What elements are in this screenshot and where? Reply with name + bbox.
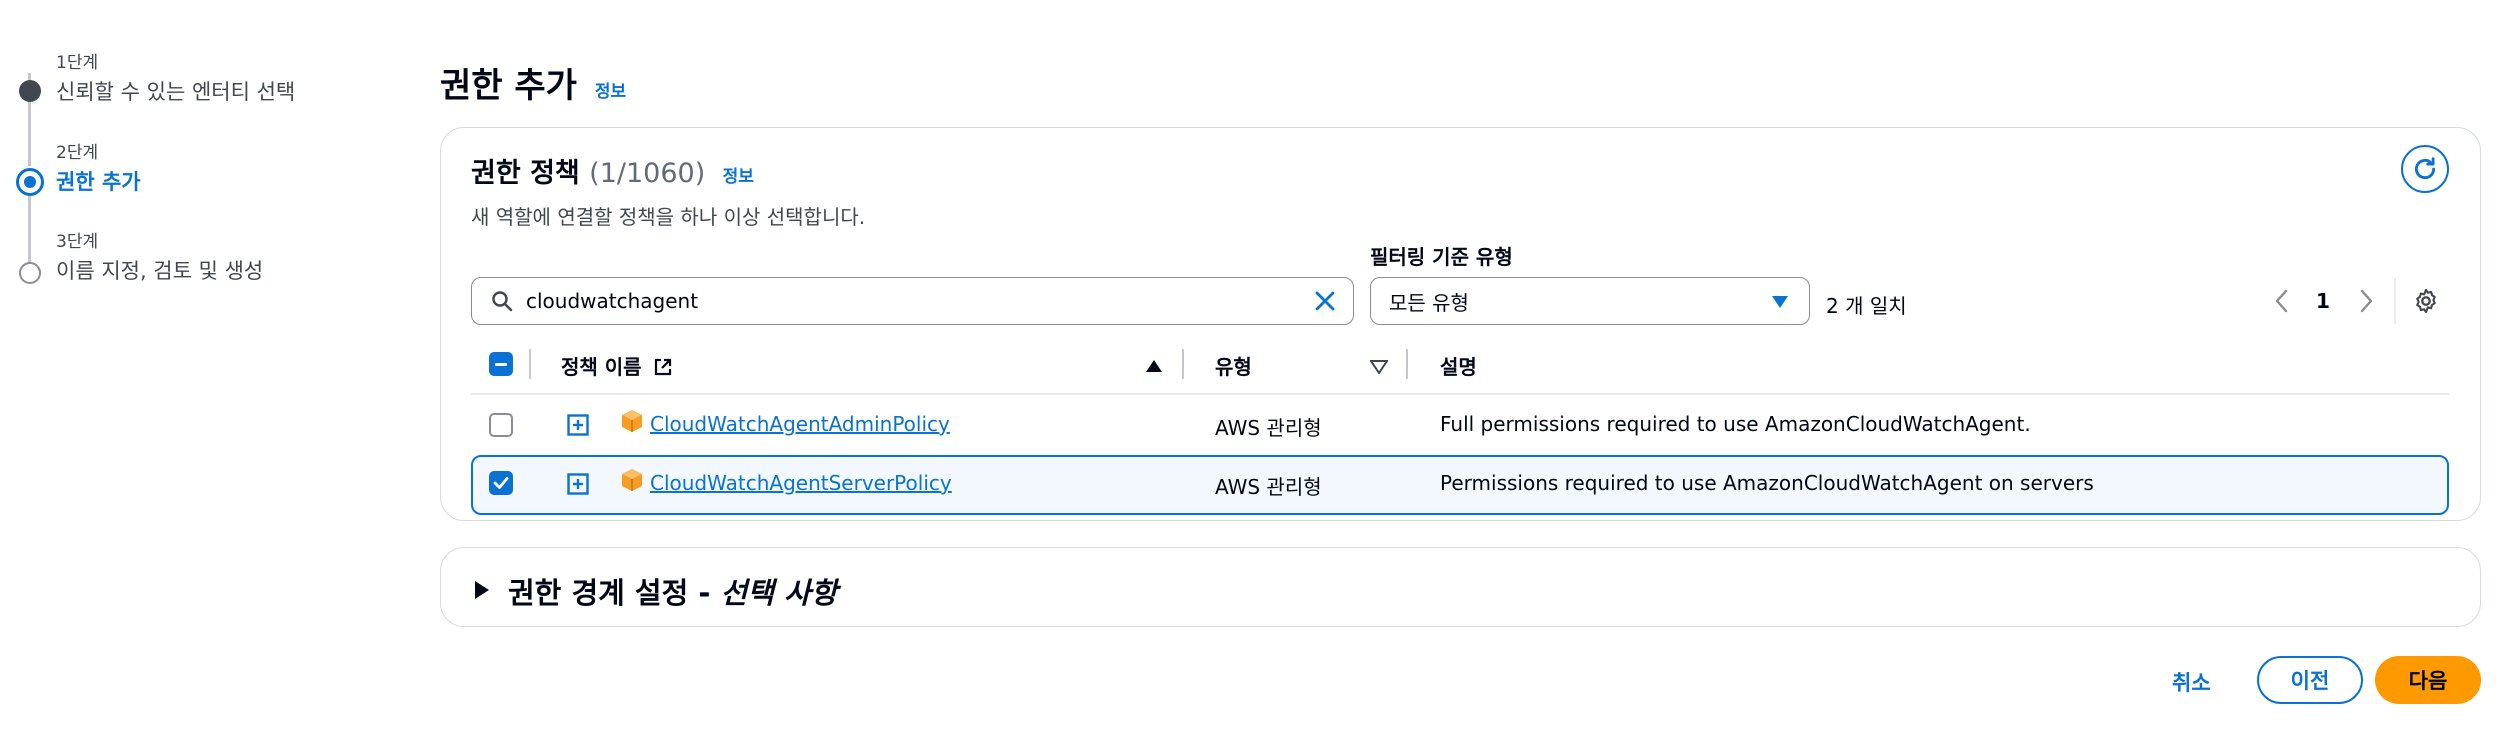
cancel-button[interactable]: 취소 bbox=[2172, 667, 2211, 697]
policy-search-input[interactable] bbox=[526, 278, 1297, 324]
policy-type: AWS 관리형 bbox=[1215, 475, 1322, 499]
step-2-number: 2단계 bbox=[56, 143, 99, 163]
previous-button[interactable]: 이전 bbox=[2257, 656, 2363, 704]
permissions-boundary-header[interactable]: 권한 경계 설정 - 선택 사항 bbox=[508, 570, 837, 612]
aws-managed-icon bbox=[622, 410, 642, 432]
column-separator bbox=[1406, 349, 1408, 379]
caret-right-icon[interactable] bbox=[473, 580, 491, 600]
policies-count: (1/1060) bbox=[589, 158, 706, 189]
column-header-type[interactable]: 유형 bbox=[1215, 351, 1252, 380]
policy-name-link[interactable]: CloudWatchAgentAdminPolicy bbox=[650, 412, 950, 436]
step-2-title: 권한 추가 bbox=[56, 170, 141, 194]
filter-type-value: 모든 유형 bbox=[1389, 290, 1469, 315]
column-separator bbox=[529, 349, 531, 379]
current-page[interactable]: 1 bbox=[2316, 289, 2330, 313]
next-page-icon[interactable] bbox=[2358, 288, 2374, 314]
previous-page-icon[interactable] bbox=[2274, 288, 2290, 314]
checkmark-icon bbox=[493, 477, 509, 489]
boundary-title: 권한 경계 설정 - bbox=[508, 576, 721, 610]
policies-description: 새 역할에 연결할 정책을 하나 이상 선택합니다. bbox=[471, 205, 866, 229]
policy-name-link[interactable]: CloudWatchAgentServerPolicy bbox=[650, 471, 952, 495]
page-info-link[interactable]: 정보 bbox=[595, 82, 626, 102]
page-title: 권한 추가 정보 bbox=[440, 58, 626, 107]
aws-managed-icon bbox=[622, 469, 642, 491]
step-connector bbox=[28, 195, 31, 265]
policies-title: 권한 정책 (1/1060) 정보 bbox=[471, 151, 754, 190]
pagination-divider bbox=[2394, 278, 2396, 324]
policies-title-text: 권한 정책 bbox=[471, 158, 580, 189]
step-3-number: 3단계 bbox=[56, 232, 99, 252]
clear-search-icon[interactable] bbox=[1313, 289, 1337, 313]
step-pending-icon bbox=[19, 262, 41, 284]
step-3-title: 이름 지정, 검토 및 생성 bbox=[56, 259, 264, 283]
column-header-policy-name[interactable]: 정책 이름 bbox=[561, 351, 673, 380]
row-checkbox[interactable] bbox=[489, 413, 513, 437]
expand-row-icon[interactable] bbox=[567, 473, 589, 495]
column-header-description: 설명 bbox=[1440, 355, 1477, 379]
sort-icon[interactable] bbox=[1370, 360, 1388, 374]
step-1-number: 1단계 bbox=[56, 53, 99, 73]
refresh-icon bbox=[2414, 157, 2436, 180]
policies-info-link[interactable]: 정보 bbox=[723, 167, 754, 187]
caret-down-icon bbox=[1772, 296, 1788, 308]
next-button[interactable]: 다음 bbox=[2375, 656, 2481, 704]
policy-description: Permissions required to use AmazonCloudW… bbox=[1440, 471, 2094, 495]
refresh-button[interactable] bbox=[2401, 145, 2449, 193]
row-checkbox[interactable] bbox=[489, 471, 513, 495]
page-title-text: 권한 추가 bbox=[440, 66, 577, 106]
policy-search-field[interactable] bbox=[471, 277, 1354, 325]
policy-type: AWS 관리형 bbox=[1215, 416, 1322, 440]
wizard-stepper: 1단계 신뢰할 수 있는 엔터티 선택 2단계 권한 추가 3단계 이름 지정,… bbox=[0, 0, 420, 300]
boundary-optional: 선택 사항 bbox=[720, 576, 838, 610]
match-count: 2 개 일치 bbox=[1826, 294, 1907, 318]
expand-row-icon[interactable] bbox=[567, 414, 589, 436]
header-divider bbox=[471, 393, 2449, 395]
sort-ascending-icon[interactable] bbox=[1145, 359, 1163, 373]
step-active-icon bbox=[16, 168, 44, 196]
search-icon bbox=[492, 291, 513, 312]
external-link-icon bbox=[654, 358, 671, 376]
step-complete-icon bbox=[19, 80, 41, 102]
filter-type-label: 필터링 기준 유형 bbox=[1370, 245, 1513, 269]
column-policy-name-label: 정책 이름 bbox=[561, 355, 642, 379]
column-separator bbox=[1182, 349, 1184, 379]
select-all-checkbox[interactable] bbox=[489, 352, 513, 376]
settings-gear-icon[interactable] bbox=[2412, 287, 2440, 315]
policy-description: Full permissions required to use AmazonC… bbox=[1440, 412, 2031, 436]
step-1-title[interactable]: 신뢰할 수 있는 엔터티 선택 bbox=[56, 76, 295, 106]
filter-type-select[interactable]: 모든 유형 bbox=[1370, 277, 1810, 325]
